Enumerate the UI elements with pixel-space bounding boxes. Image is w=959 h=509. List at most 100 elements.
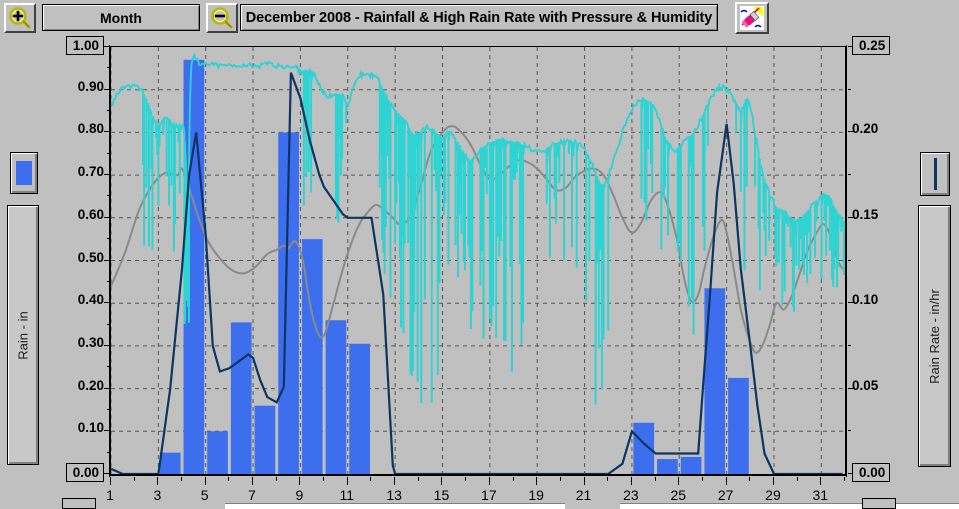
x-axis-tick-label: 21 xyxy=(575,487,592,503)
right-axis-tick-label: 0.05 xyxy=(852,377,879,393)
right-axis-minor-tickmark xyxy=(848,174,851,176)
blue-bar-swatch xyxy=(16,161,32,185)
bottom-tab-right[interactable] xyxy=(862,498,896,509)
status-well-left xyxy=(225,503,565,509)
left-axis-tick-label: 0.00 xyxy=(65,463,104,482)
right-axis-tick-label: 0.20 xyxy=(852,121,879,137)
x-axis-minor-tickmark xyxy=(607,477,609,481)
x-axis-tickmark xyxy=(441,477,443,485)
x-axis-minor-tickmark xyxy=(796,477,798,481)
chart-title-text: December 2008 - Rainfall & High Rain Rat… xyxy=(245,9,713,26)
left-axis-tick-label: 0.90 xyxy=(77,78,104,94)
left-axis-tick-label: 0.40 xyxy=(77,292,104,308)
bottom-tab-left[interactable] xyxy=(62,498,96,509)
x-axis-minor-tickmark xyxy=(323,477,325,481)
x-axis-tickmark xyxy=(725,477,727,485)
plot-area[interactable] xyxy=(110,46,846,475)
status-well-right xyxy=(620,503,959,509)
x-axis-tickmark xyxy=(110,477,111,485)
left-axis-tick-label: 0.80 xyxy=(77,121,104,137)
right-axis-tick-label: 0.00 xyxy=(852,463,891,482)
legend-rainrate-swatch xyxy=(920,152,950,196)
x-axis-minor-tickmark xyxy=(181,477,183,481)
left-axis-title: Rain - in xyxy=(7,205,39,465)
x-axis-minor-tickmark xyxy=(417,477,419,481)
x-axis-tick-label: 7 xyxy=(248,487,256,503)
x-axis-tickmark xyxy=(772,477,774,485)
left-axis-tick-label: 0.30 xyxy=(77,334,104,350)
x-axis-tick-label: 25 xyxy=(670,487,687,503)
left-axis-tick-label: 1.00 xyxy=(65,36,104,55)
right-axis-minor-tickmark xyxy=(848,259,851,261)
x-axis-tick-label: 31 xyxy=(812,487,829,503)
x-axis-tickmark xyxy=(583,477,585,485)
right-axis-title: Rain Rate - in/hr xyxy=(918,205,951,467)
right-axis-tick-label: 0.10 xyxy=(852,292,879,308)
left-axis-labels: 1.00 0.90 0.80 0.70 0.60 0.50 0.40 0.30 0.20 0.10… xyxy=(52,36,104,482)
x-axis-minor-tickmark xyxy=(512,477,514,481)
left-axis-tick-label: 0.70 xyxy=(77,164,104,180)
x-axis-tick-label: 11 xyxy=(339,487,355,503)
right-axis-minor-tickmark xyxy=(848,430,851,432)
x-axis-tickmark xyxy=(204,477,206,485)
x-axis-tick-label: 15 xyxy=(433,487,450,503)
x-axis-tickmark xyxy=(536,477,538,485)
x-axis-rule xyxy=(110,475,847,476)
x-axis-tickmark xyxy=(394,477,396,485)
right-axis-labels: 0.25 0.20 0.15 0.10 0.05 0.00 xyxy=(852,36,912,482)
x-axis-minor-tickmark xyxy=(370,477,372,481)
left-axis-tick-label: 0.10 xyxy=(77,420,104,436)
x-axis-tick-label: 27 xyxy=(717,487,734,503)
rainfall-chart-window: Month December 2008 - Rainfall & High Ra… xyxy=(0,0,959,509)
x-axis-tickmark xyxy=(346,477,348,485)
period-label: Month xyxy=(100,9,142,26)
x-axis-tick-label: 19 xyxy=(528,487,544,503)
right-axis-tick-label: 0.15 xyxy=(852,206,879,222)
x-axis-tickmark xyxy=(820,477,822,485)
chart-pen-icon xyxy=(740,6,764,30)
magnifier-minus-icon xyxy=(211,7,233,29)
x-axis-tickmark xyxy=(630,477,632,485)
navy-line-swatch xyxy=(933,158,937,190)
x-axis-minor-tickmark xyxy=(228,477,230,481)
x-axis-tickmark xyxy=(678,477,680,485)
right-axis-minor-tickmark xyxy=(848,88,851,90)
humidity-line xyxy=(111,52,845,405)
x-axis-minor-tickmark xyxy=(559,477,561,481)
x-axis-minor-tickmark xyxy=(701,477,703,481)
x-axis-minor-tickmark xyxy=(844,477,845,481)
zoom-out-button[interactable] xyxy=(206,3,238,33)
x-axis-tickmark xyxy=(252,477,254,485)
right-axis-minor-tickmark xyxy=(848,344,851,346)
magnifier-plus-icon xyxy=(9,7,31,29)
x-axis-minor-tickmark xyxy=(465,477,467,481)
chart-type-button[interactable] xyxy=(735,2,769,34)
chart-title: December 2008 - Rainfall & High Rain Rat… xyxy=(240,4,718,31)
x-axis-tick-label: 5 xyxy=(200,487,209,503)
x-axis-tick-label: 9 xyxy=(295,487,304,503)
x-axis-tick-label: 1 xyxy=(106,487,114,503)
x-axis-tick-label: 23 xyxy=(623,487,639,503)
x-axis-tick-label: 29 xyxy=(765,487,781,503)
right-axis-tick-label: 0.25 xyxy=(852,36,891,55)
right-axis-title-text: Rain Rate - in/hr xyxy=(927,288,942,384)
x-axis-minor-tickmark xyxy=(133,477,135,481)
x-axis-tick-label: 13 xyxy=(386,487,402,503)
plot-canvas xyxy=(111,47,845,474)
zoom-in-button[interactable] xyxy=(4,3,36,33)
x-axis-tickmark xyxy=(157,477,159,485)
x-axis-tickmark xyxy=(299,477,301,485)
x-axis-tick-label: 3 xyxy=(153,487,162,503)
period-selector[interactable]: Month xyxy=(42,4,200,31)
left-axis-title-text: Rain - in xyxy=(15,310,31,360)
plot-wrapper xyxy=(110,46,846,475)
left-axis-tick-label: 0.60 xyxy=(77,206,104,222)
pressure-line xyxy=(111,124,845,354)
x-axis-minor-tickmark xyxy=(749,477,751,481)
x-axis-tick-label: 17 xyxy=(481,487,497,503)
x-axis-minor-tickmark xyxy=(654,477,656,481)
left-axis-tick-label: 0.50 xyxy=(77,249,104,265)
left-axis-tick-label: 0.20 xyxy=(77,377,104,393)
x-axis-tickmark xyxy=(488,477,490,485)
x-axis-minor-tickmark xyxy=(275,477,277,481)
